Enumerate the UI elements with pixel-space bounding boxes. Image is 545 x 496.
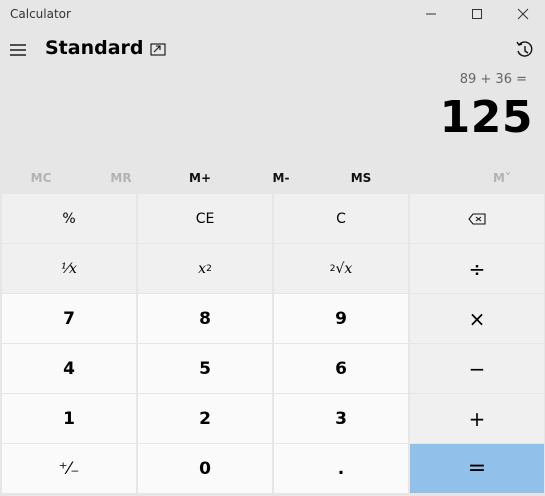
- mode-title: Standard: [45, 37, 144, 59]
- square-root-button[interactable]: 2 √x: [274, 244, 408, 293]
- keypad: % CE C ¹⁄x x2 2 √x ÷ 7 8 9 × 4 5 6 − 1 2 …: [0, 192, 545, 496]
- app-header: Standard: [0, 32, 545, 68]
- equals-button[interactable]: =: [410, 444, 544, 493]
- close-icon: [517, 8, 529, 20]
- add-button[interactable]: +: [410, 394, 544, 443]
- close-button[interactable]: [500, 0, 545, 28]
- keep-on-top-icon: [150, 43, 166, 56]
- digit-4-button[interactable]: 4: [2, 344, 136, 393]
- backspace-button[interactable]: [410, 194, 544, 243]
- digit-3-button[interactable]: 3: [274, 394, 408, 443]
- backspace-icon: [468, 212, 486, 225]
- reciprocal-button[interactable]: ¹⁄x: [2, 244, 136, 293]
- clear-button[interactable]: C: [274, 194, 408, 243]
- title-bar: Calculator: [0, 0, 545, 28]
- subtract-button[interactable]: −: [410, 344, 544, 393]
- square-label-base: x: [198, 260, 207, 277]
- memory-store-button[interactable]: MS: [331, 166, 391, 190]
- digit-5-button[interactable]: 5: [138, 344, 272, 393]
- digit-2-button[interactable]: 2: [138, 394, 272, 443]
- square-label-exponent: 2: [206, 263, 212, 274]
- multiply-button[interactable]: ×: [410, 294, 544, 343]
- divide-button[interactable]: ÷: [410, 244, 544, 293]
- clear-entry-button[interactable]: CE: [138, 194, 272, 243]
- digit-1-button[interactable]: 1: [2, 394, 136, 443]
- history-button[interactable]: [512, 37, 538, 63]
- navigation-menu-button[interactable]: [6, 36, 30, 64]
- minimize-button[interactable]: [408, 0, 454, 28]
- hamburger-menu-icon: [10, 44, 26, 56]
- maximize-button[interactable]: [454, 0, 500, 28]
- digit-6-button[interactable]: 6: [274, 344, 408, 393]
- history-icon: [516, 41, 533, 57]
- memory-subtract-button[interactable]: M-: [251, 166, 311, 190]
- memory-clear-button[interactable]: MC: [11, 166, 71, 190]
- sqrt-label-symbol: √x: [335, 260, 353, 277]
- decimal-button[interactable]: .: [274, 444, 408, 493]
- memory-row: MC MR M+ M- MS M˅: [0, 166, 545, 190]
- minimize-icon: [426, 13, 436, 15]
- digit-8-button[interactable]: 8: [138, 294, 272, 343]
- negate-button[interactable]: ⁺⁄₋: [2, 444, 136, 493]
- window-title: Calculator: [10, 7, 71, 21]
- memory-list-button[interactable]: M˅: [472, 166, 532, 190]
- digit-0-button[interactable]: 0: [138, 444, 272, 493]
- memory-add-button[interactable]: M+: [170, 166, 230, 190]
- digit-7-button[interactable]: 7: [2, 294, 136, 343]
- square-button[interactable]: x2: [138, 244, 272, 293]
- memory-recall-button[interactable]: MR: [91, 166, 151, 190]
- maximize-icon: [472, 9, 482, 19]
- percent-button[interactable]: %: [2, 194, 136, 243]
- result-display: 125: [439, 92, 533, 143]
- digit-9-button[interactable]: 9: [274, 294, 408, 343]
- expression-display: 89 + 36 =: [459, 72, 527, 87]
- keep-on-top-button[interactable]: [146, 38, 170, 62]
